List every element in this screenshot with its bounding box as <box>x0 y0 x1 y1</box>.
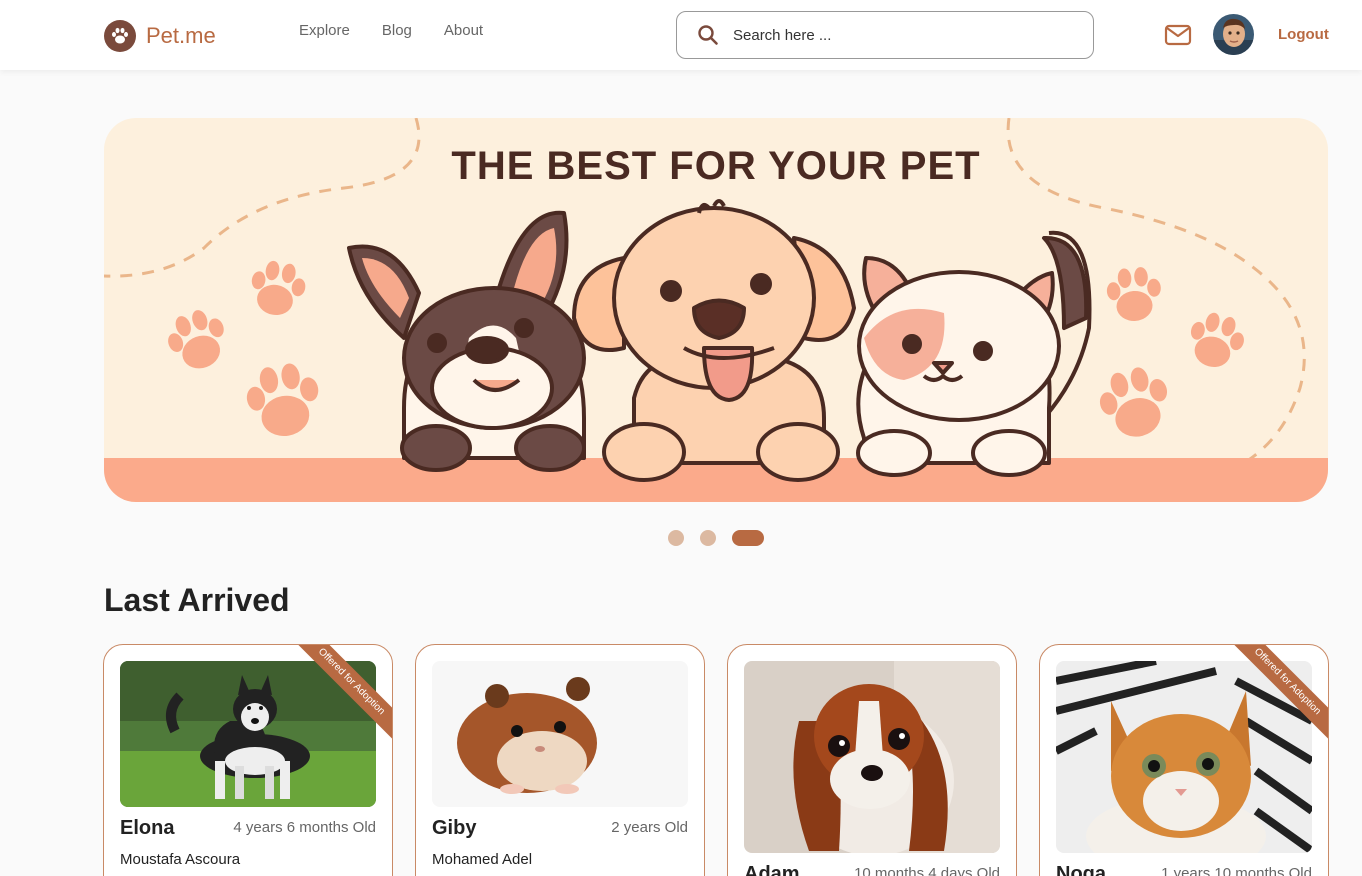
brand-name: Pet.me <box>146 23 216 48</box>
paw-prints-left <box>168 260 319 437</box>
hero-title: THE BEST FOR YOUR PET <box>451 144 981 188</box>
pet-age: 4 years 6 months Old <box>233 819 376 836</box>
nav-about[interactable]: About <box>444 22 483 39</box>
search-input[interactable] <box>733 26 1053 44</box>
pet-photo <box>1056 661 1312 853</box>
pet-age: 1 years 10 months Old <box>1161 865 1312 876</box>
brand-logo[interactable]: Pet.me <box>104 20 216 52</box>
pet-card[interactable]: Giby 2 years Old Mohamed Adel <box>415 644 705 876</box>
paw-prints-right <box>1099 267 1244 437</box>
nav-explore[interactable]: Explore <box>299 22 350 39</box>
bulldog-illustration <box>347 210 586 472</box>
pet-owner: Mohamed Adel <box>432 851 533 868</box>
pet-age: 10 months 4 days Old <box>854 865 1000 876</box>
pet-photo <box>744 661 1000 853</box>
main-nav: Explore Blog About <box>299 22 483 39</box>
pet-owner: Moustafa Ascoura <box>120 851 241 868</box>
hero-banner: THE BEST FOR YOUR PET <box>104 118 1328 502</box>
cat-illustration <box>856 230 1092 477</box>
user-avatar[interactable] <box>1213 14 1254 55</box>
pet-name: Noga <box>1056 863 1106 876</box>
carousel-dot-3[interactable] <box>732 530 764 546</box>
pet-card[interactable]: Adam 10 months 4 days Old <box>727 644 1017 876</box>
pet-card[interactable]: Offered for Adoption Elona 4 years 6 mon… <box>103 644 393 876</box>
pet-photo <box>432 661 688 807</box>
pet-cards: Offered for Adoption Elona 4 years 6 mon… <box>103 644 1329 876</box>
search-icon[interactable] <box>697 24 719 46</box>
pet-name: Adam <box>744 863 800 876</box>
pet-name: Giby <box>432 817 477 839</box>
nav-blog[interactable]: Blog <box>382 22 412 39</box>
pet-name: Elona <box>120 817 175 839</box>
search-bar <box>676 11 1094 59</box>
puppy-illustration <box>572 199 856 482</box>
carousel-dot-1[interactable] <box>668 530 684 546</box>
logout-link[interactable]: Logout <box>1278 26 1329 43</box>
paw-icon <box>104 20 136 52</box>
top-navbar: Pet.me Explore Blog About Logout <box>0 0 1362 70</box>
section-title: Last Arrived <box>104 582 290 618</box>
carousel-dots <box>668 530 764 546</box>
carousel-dot-2[interactable] <box>700 530 716 546</box>
mail-icon[interactable] <box>1164 23 1192 47</box>
pet-card[interactable]: Offered for Adoption Noga 1 years 10 mon… <box>1039 644 1329 876</box>
pet-age: 2 years Old <box>611 819 688 836</box>
